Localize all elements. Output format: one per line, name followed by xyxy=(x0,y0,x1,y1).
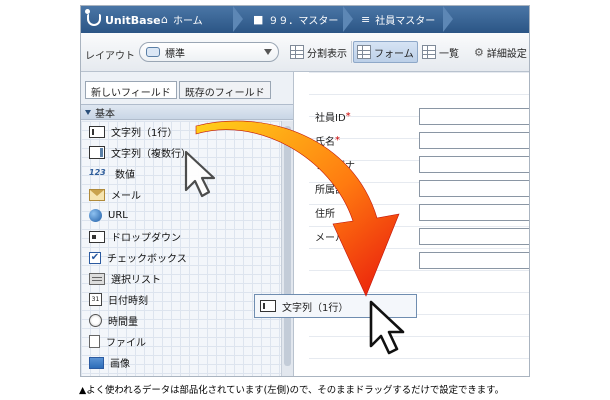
mouse-cursor-icon xyxy=(369,300,405,355)
mouse-cursor-icon xyxy=(184,150,216,198)
caption-text: ▲よく使われるデータは部品化されています(左側)ので、そのままドラッグするだけで… xyxy=(79,385,504,396)
drag-direction-arrow xyxy=(195,120,400,297)
drag-overlay xyxy=(184,120,405,355)
app-window: UnitBase ⌂ ホーム ■ ９９．マスター ≡ 社員マスター レイアウト … xyxy=(80,5,530,377)
